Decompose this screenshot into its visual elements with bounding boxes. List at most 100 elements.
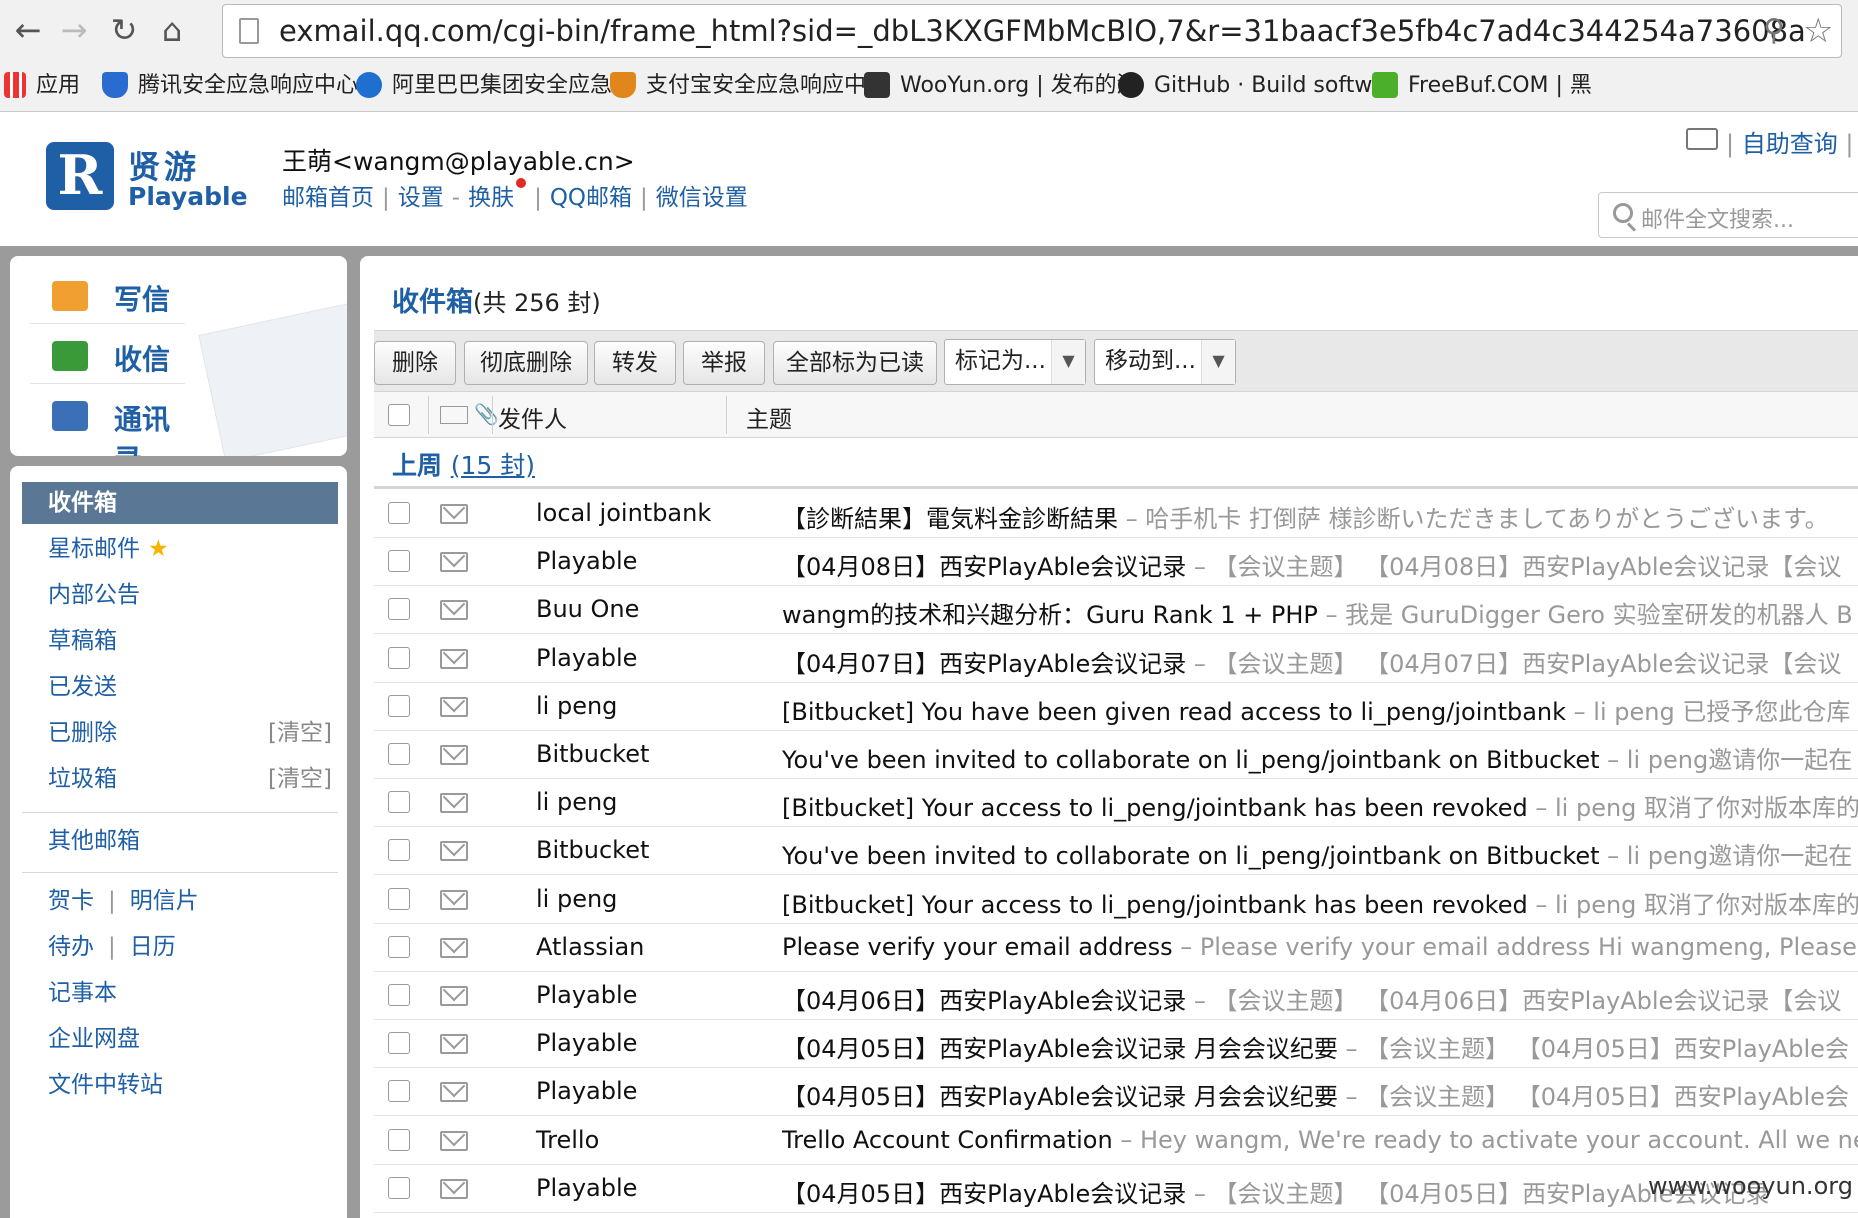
email-subject[interactable]: 【診断結果】電気料金診断結果 – 哈手机卡 打倒萨 様診断いただきましてありがと…	[782, 499, 1858, 534]
row-checkbox[interactable]	[388, 1080, 410, 1103]
sender-column-header[interactable]: 发件人	[498, 400, 567, 434]
email-row[interactable]: Playable 【04月07日】西安PlayAble会议记录 – 【会议主题】 …	[374, 635, 1858, 683]
email-subject[interactable]: Please verify your email address – Pleas…	[782, 933, 1858, 961]
bookmark-alipay[interactable]: 支付宝安全应急响应中	[610, 68, 866, 104]
email-subject[interactable]: wangm的技术和兴趣分析：Guru Rank 1 + PHP – 我是 Gur…	[782, 595, 1858, 630]
email-subject[interactable]: [Bitbucket] You have been given read acc…	[782, 692, 1858, 727]
email-sender[interactable]: Buu One	[536, 595, 639, 623]
email-row[interactable]: Bitbucket You've been invited to collabor…	[374, 827, 1858, 876]
search-input[interactable]: 邮件全文搜索...	[1598, 192, 1858, 238]
folder-announcements[interactable]: 内部公告	[22, 574, 338, 616]
reload-icon[interactable]: ↻	[102, 8, 146, 52]
bookmark-github[interactable]: GitHub · Build softwa	[1118, 68, 1386, 104]
address-bar[interactable]: exmail.qq.com/cgi-bin/frame_html?sid=_db…	[222, 4, 1842, 58]
row-checkbox[interactable]	[388, 839, 410, 862]
delete-permanently-button[interactable]: 彻底删除	[464, 341, 588, 385]
email-sender[interactable]: local jointbank	[536, 499, 711, 527]
contacts-button[interactable]: 通讯录	[30, 388, 185, 456]
email-row[interactable]: Playable 【04月05日】西安PlayAble会议记录 月会会议纪要 – …	[374, 1020, 1858, 1069]
delete-button[interactable]: 删除	[374, 341, 456, 385]
email-sender[interactable]: li peng	[536, 692, 617, 720]
calendar-link[interactable]: 日历	[130, 934, 176, 960]
url-text[interactable]: exmail.qq.com/cgi-bin/frame_html?sid=_db…	[279, 14, 1806, 48]
bookmark-tsrc[interactable]: 腾讯安全应急响应中心	[102, 68, 358, 104]
email-row[interactable]: Playable 【04月05日】西安PlayAble会议记录 月会会议纪要 – …	[374, 1068, 1858, 1117]
email-sender[interactable]: Playable	[536, 981, 637, 1009]
netdisk-link[interactable]: 企业网盘	[22, 1018, 338, 1060]
email-subject[interactable]: [Bitbucket] Your access to li_peng/joint…	[782, 788, 1858, 823]
row-checkbox[interactable]	[388, 1032, 410, 1055]
row-checkbox[interactable]	[388, 984, 410, 1006]
forward-button[interactable]: 转发	[594, 341, 676, 385]
logo-icon[interactable]: R	[46, 142, 114, 210]
email-row[interactable]: Playable 【04月05日】西安PlayAble会议记录 – 【会议主题】 …	[374, 1165, 1858, 1213]
email-row[interactable]: li peng [Bitbucket] Your access to li_pen…	[374, 779, 1858, 828]
row-checkbox[interactable]	[388, 887, 410, 910]
email-row[interactable]: Playable 【04月06日】西安PlayAble会议记录 – 【会议主题】 …	[374, 972, 1858, 1020]
file-transfer-link[interactable]: 文件中转站	[22, 1064, 338, 1106]
mark-as-select[interactable]: 标记为... ▼	[944, 339, 1086, 385]
row-checkbox[interactable]	[388, 694, 410, 717]
row-checkbox[interactable]	[388, 646, 410, 669]
email-subject[interactable]: 【04月05日】西安PlayAble会议记录 月会会议纪要 – 【会议主题】 【…	[782, 1029, 1858, 1064]
email-sender[interactable]: Playable	[536, 547, 637, 575]
email-sender[interactable]: Atlassian	[536, 933, 644, 961]
bookmark-wooyun[interactable]: WooYun.org | 发布的漏	[864, 68, 1139, 104]
self-service-link[interactable]: | 自助查询 |	[1726, 124, 1853, 159]
empty-spam-link[interactable]: [清空]	[268, 758, 332, 800]
todo-link[interactable]: 待办	[48, 934, 94, 960]
email-row[interactable]: li peng [Bitbucket] Your access to li_pen…	[374, 876, 1858, 924]
row-checkbox[interactable]	[388, 550, 410, 573]
email-row[interactable]: Buu One wangm的技术和兴趣分析：Guru Rank 1 + PHP –…	[374, 586, 1858, 635]
link-mail-home[interactable]: 邮箱首页	[282, 185, 374, 211]
email-subject[interactable]: [Bitbucket] Your access to li_peng/joint…	[782, 885, 1858, 920]
row-checkbox[interactable]	[388, 502, 410, 524]
row-checkbox[interactable]	[388, 598, 410, 621]
email-sender[interactable]: Bitbucket	[536, 836, 649, 864]
email-row[interactable]: Atlassian Please verify your email addres…	[374, 924, 1858, 972]
select-all-checkbox[interactable]	[388, 404, 410, 426]
email-sender[interactable]: Trello	[536, 1126, 599, 1154]
mark-all-read-button[interactable]: 全部标为已读	[773, 341, 937, 385]
notepad-link[interactable]: 记事本	[22, 972, 338, 1014]
folder-sent[interactable]: 已发送	[22, 666, 338, 708]
email-subject[interactable]: 【04月06日】西安PlayAble会议记录 – 【会议主题】 【04月06日】…	[782, 981, 1858, 1016]
folder-spam[interactable]: 垃圾箱 [清空]	[22, 758, 338, 800]
home-icon[interactable]: ⌂	[150, 8, 194, 52]
email-row[interactable]: Trello Trello Account Confirmation – Hey …	[374, 1117, 1858, 1165]
email-sender[interactable]: Playable	[536, 1174, 637, 1202]
group-count-link[interactable]: (15 封)	[451, 451, 535, 480]
back-arrow-icon[interactable]: ←	[6, 8, 50, 52]
email-row[interactable]: local jointbank 【診断結果】電気料金診断結果 – 哈手机卡 打倒萨…	[374, 490, 1858, 538]
report-button[interactable]: 举报	[683, 341, 765, 385]
compose-button[interactable]: 写信	[30, 268, 185, 324]
key-icon[interactable]: ⚲	[1763, 13, 1785, 48]
row-checkbox[interactable]	[388, 935, 410, 958]
link-settings[interactable]: 设置	[398, 185, 444, 211]
folder-starred[interactable]: 星标邮件 ★	[22, 528, 338, 570]
receive-button[interactable]: 收信	[30, 328, 185, 384]
email-subject[interactable]: 【04月07日】西安PlayAble会议记录 – 【会议主题】 【04月07日】…	[782, 644, 1858, 679]
email-subject[interactable]: You've been invited to collaborate on li…	[782, 836, 1858, 871]
folder-inbox[interactable]: 收件箱	[22, 482, 338, 524]
email-row[interactable]: li peng [Bitbucket] You have been given r…	[374, 683, 1858, 731]
email-row[interactable]: Bitbucket You've been invited to collabor…	[374, 731, 1858, 779]
folder-drafts[interactable]: 草稿箱	[22, 620, 338, 662]
bookmark-apps[interactable]: 应用	[4, 68, 80, 104]
email-sender[interactable]: Playable	[536, 1077, 637, 1105]
bookmark-alibaba[interactable]: 阿里巴巴集团安全应急	[356, 68, 612, 104]
email-sender[interactable]: Bitbucket	[536, 740, 649, 768]
link-qq-mail[interactable]: QQ邮箱	[550, 185, 632, 211]
move-to-select[interactable]: 移动到... ▼	[1094, 339, 1236, 385]
link-skin[interactable]: 换肤	[468, 185, 514, 211]
email-sender[interactable]: Playable	[536, 1029, 637, 1057]
greeting-card-link[interactable]: 贺卡	[48, 888, 94, 914]
row-checkbox[interactable]	[388, 743, 410, 765]
row-checkbox[interactable]	[388, 1176, 410, 1199]
postcard-link[interactable]: 明信片	[130, 888, 199, 914]
email-subject[interactable]: Trello Account Confirmation – Hey wangm,…	[782, 1126, 1858, 1154]
email-subject[interactable]: 【04月05日】西安PlayAble会议记录 月会会议纪要 – 【会议主题】 【…	[782, 1077, 1858, 1112]
other-mailbox[interactable]: 其他邮箱	[22, 820, 338, 862]
forward-arrow-icon[interactable]: →	[52, 8, 96, 52]
bookmark-star-icon[interactable]: ☆	[1803, 11, 1833, 51]
